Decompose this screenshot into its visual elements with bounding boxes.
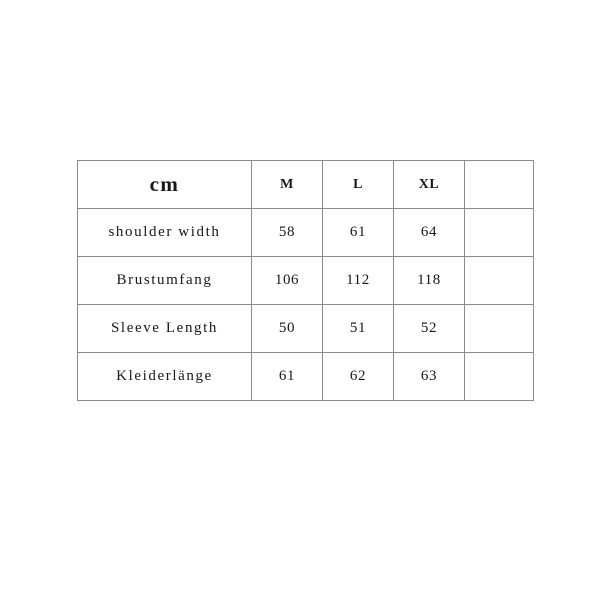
- size-header-spare: [464, 160, 534, 209]
- table-row: Kleiderlänge 61 62 63: [77, 352, 534, 401]
- measurement-value-sleeve-length-xl: 52: [393, 304, 465, 353]
- measurement-label-sleeve-length: Sleeve Length: [77, 304, 252, 353]
- measurement-label-shoulder-width: shoulder width: [77, 208, 252, 257]
- measurement-value-kleiderlaenge-l: 62: [322, 352, 394, 401]
- measurement-value-kleiderlaenge-m: 61: [251, 352, 323, 401]
- measurement-value-brustumfang-spare: [464, 256, 534, 305]
- unit-label-cell: cm: [77, 160, 252, 209]
- measurement-value-brustumfang-xl: 118: [393, 256, 465, 305]
- measurement-value-shoulder-width-m: 58: [251, 208, 323, 257]
- measurement-value-brustumfang-l: 112: [322, 256, 394, 305]
- measurement-value-shoulder-width-l: 61: [322, 208, 394, 257]
- table-row: shoulder width 58 61 64: [77, 208, 534, 257]
- measurement-value-sleeve-length-l: 51: [322, 304, 394, 353]
- table-row: Brustumfang 106 112 118: [77, 256, 534, 305]
- size-chart-container: cm M L XL shoulder width 58 61 64 Brustu…: [77, 160, 534, 401]
- size-header-l: L: [322, 160, 394, 209]
- measurement-value-brustumfang-m: 106: [251, 256, 323, 305]
- measurement-value-sleeve-length-m: 50: [251, 304, 323, 353]
- measurement-label-kleiderlaenge: Kleiderlänge: [77, 352, 252, 401]
- measurement-value-sleeve-length-spare: [464, 304, 534, 353]
- page-canvas: cm M L XL shoulder width 58 61 64 Brustu…: [0, 0, 600, 600]
- table-header-row: cm M L XL: [77, 160, 534, 209]
- measurement-value-kleiderlaenge-xl: 63: [393, 352, 465, 401]
- table-row: Sleeve Length 50 51 52: [77, 304, 534, 353]
- measurement-label-brustumfang: Brustumfang: [77, 256, 252, 305]
- measurement-value-kleiderlaenge-spare: [464, 352, 534, 401]
- size-header-xl: XL: [393, 160, 465, 209]
- measurement-value-shoulder-width-xl: 64: [393, 208, 465, 257]
- size-header-m: M: [251, 160, 323, 209]
- size-chart-table: cm M L XL shoulder width 58 61 64 Brustu…: [77, 160, 534, 401]
- measurement-value-shoulder-width-spare: [464, 208, 534, 257]
